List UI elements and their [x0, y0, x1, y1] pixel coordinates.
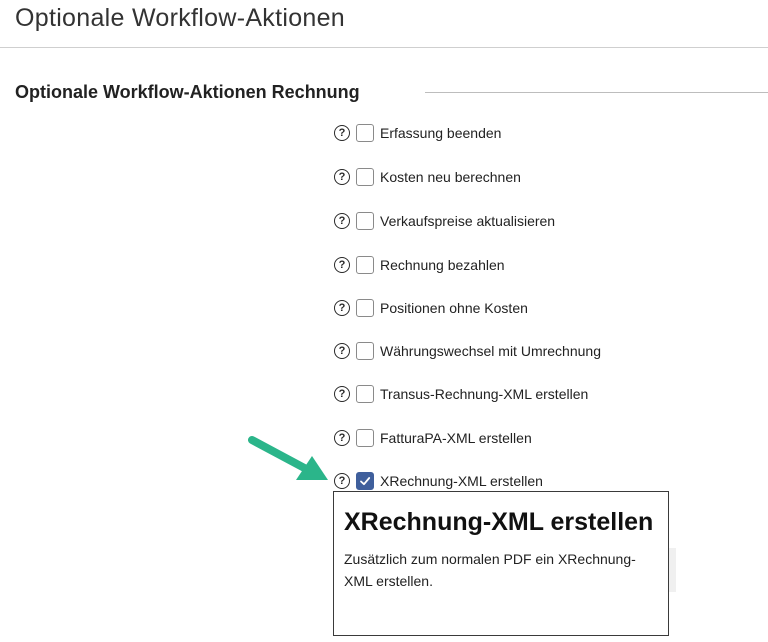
- checkbox-verkaufspreise-aktualisieren[interactable]: [356, 212, 374, 230]
- option-row-erfassung-beenden: ? Erfassung beenden: [334, 122, 501, 144]
- option-row-transus-rechnung-xml: ? Transus-Rechnung-XML erstellen: [334, 383, 588, 405]
- option-label[interactable]: Verkaufspreise aktualisieren: [380, 213, 555, 229]
- tooltip-body: Zusätzlich zum normalen PDF ein XRechnun…: [344, 551, 636, 589]
- page-title: Optionale Workflow-Aktionen: [15, 4, 346, 32]
- question-circle-icon[interactable]: ?: [334, 169, 350, 185]
- checkbox-rechnung-bezahlen[interactable]: [356, 256, 374, 274]
- question-circle-icon[interactable]: ?: [334, 473, 350, 489]
- tooltip-title: XRechnung-XML erstellen: [344, 508, 654, 536]
- option-label[interactable]: FatturaPA-XML erstellen: [380, 430, 532, 446]
- option-label[interactable]: Rechnung bezahlen: [380, 257, 505, 273]
- page-header: Optionale Workflow-Aktionen: [0, 0, 768, 48]
- option-label[interactable]: Positionen ohne Kosten: [380, 300, 528, 316]
- checkbox-erfassung-beenden[interactable]: [356, 124, 374, 142]
- option-row-xrechnung-xml: ? XRechnung-XML erstellen: [334, 470, 543, 492]
- option-label[interactable]: Kosten neu berechnen: [380, 169, 521, 185]
- annotation-arrow-icon: [248, 436, 328, 480]
- question-circle-icon[interactable]: ?: [334, 125, 350, 141]
- question-circle-icon[interactable]: ?: [334, 257, 350, 273]
- checkbox-positionen-ohne-kosten[interactable]: [356, 299, 374, 317]
- question-circle-icon[interactable]: ?: [334, 430, 350, 446]
- checkbox-xrechnung-xml[interactable]: [356, 472, 374, 490]
- question-circle-icon[interactable]: ?: [334, 386, 350, 402]
- legend-divider: [425, 92, 768, 93]
- option-label[interactable]: Erfassung beenden: [380, 125, 501, 141]
- option-row-verkaufspreise-aktualisieren: ? Verkaufspreise aktualisieren: [334, 210, 555, 232]
- option-label[interactable]: XRechnung-XML erstellen: [380, 473, 543, 489]
- checkbox-kosten-neu-berechnen[interactable]: [356, 168, 374, 186]
- question-circle-icon[interactable]: ?: [334, 300, 350, 316]
- checkbox-transus-rechnung-xml[interactable]: [356, 385, 374, 403]
- question-circle-icon[interactable]: ?: [334, 213, 350, 229]
- option-label[interactable]: Transus-Rechnung-XML erstellen: [380, 386, 588, 402]
- checkmark-icon: [360, 477, 371, 486]
- option-row-rechnung-bezahlen: ? Rechnung bezahlen: [334, 254, 505, 276]
- section-legend: Optionale Workflow-Aktionen Rechnung: [15, 82, 360, 102]
- tooltip-shadow: [668, 548, 676, 592]
- option-row-fatturapa-xml: ? FatturaPA-XML erstellen: [334, 427, 532, 449]
- option-row-kosten-neu-berechnen: ? Kosten neu berechnen: [334, 166, 521, 188]
- tooltip: XRechnung-XML erstellen Zusätzlich zum n…: [333, 491, 669, 636]
- option-label[interactable]: Währungswechsel mit Umrechnung: [380, 343, 601, 359]
- option-row-waehrungswechsel: ? Währungswechsel mit Umrechnung: [334, 340, 601, 362]
- option-row-positionen-ohne-kosten: ? Positionen ohne Kosten: [334, 297, 528, 319]
- checkbox-fatturapa-xml[interactable]: [356, 429, 374, 447]
- checkbox-waehrungswechsel[interactable]: [356, 342, 374, 360]
- question-circle-icon[interactable]: ?: [334, 343, 350, 359]
